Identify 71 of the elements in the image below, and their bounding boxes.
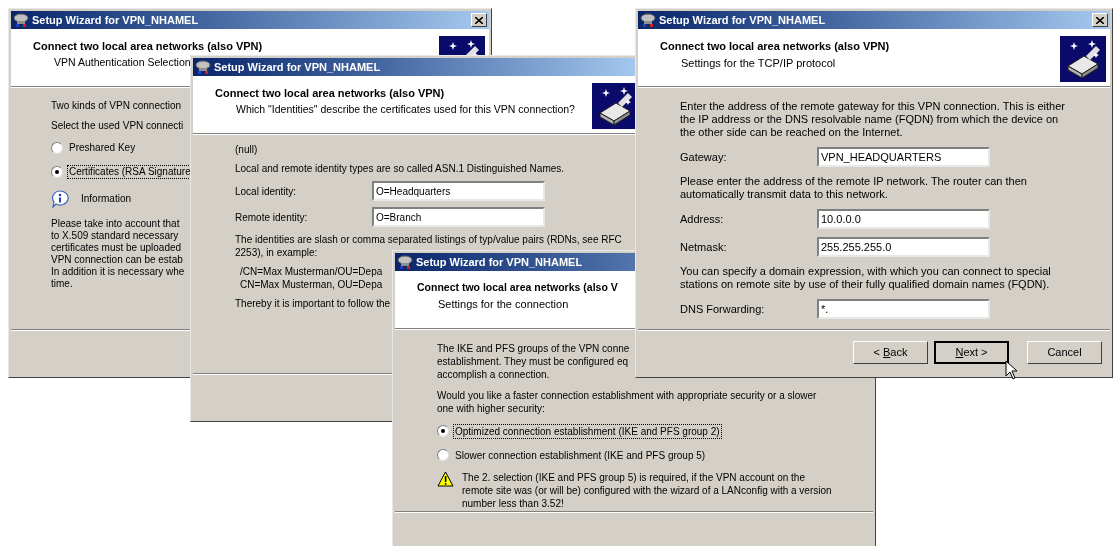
body-text: Would you like a faster connection establishment with appropriate security or a slower one with higher security: — [437, 389, 818, 415]
input-field[interactable]: *. — [817, 299, 990, 319]
close-button[interactable] — [1092, 13, 1108, 27]
warning-text: The 2. selection (IKE and PFS group 5) is required, if the VPN account on the remote site was (or will be) configured with the wizard of a LANconfig with a version number less than 3.52! — [462, 471, 833, 510]
window-title: Setup Wizard for VPN_NHAMEL — [659, 12, 826, 28]
field-label: Remote identity: — [235, 210, 309, 224]
text-line: The IKE and PFS groups of the VPN conne — [437, 342, 630, 355]
example-line: /CN=Max Musterman/OU=Depa — [240, 265, 383, 278]
field-label: Netmask: — [680, 240, 728, 254]
radio-button[interactable] — [51, 142, 63, 154]
dialog-heading: Connect two local area networks (also VPN) — [660, 39, 890, 54]
window-title: Setup Wizard for VPN_NHAMEL — [416, 254, 583, 270]
text-line: accomplish a connection. — [437, 368, 550, 381]
text-line: Thereby it is important to follow the — [235, 297, 391, 310]
wizard-button[interactable]: < Back — [853, 341, 928, 364]
body-text: You can specify a domain expression, with which you can connect to special stations on remote site by use of their fully qualified domain names (FQDN). — [680, 265, 1052, 291]
network-device-icon — [1060, 36, 1106, 82]
mouse-pointer-icon — [1005, 360, 1018, 380]
dialog-heading: Connect two local area networks (also V — [417, 280, 618, 295]
radio-label[interactable]: Optimized connection establishment (IKE and PFS group 2) — [454, 424, 721, 438]
window-title: Setup Wizard for VPN_NHAMEL — [214, 59, 381, 75]
warning-icon — [437, 471, 454, 487]
text-line: establishment. They must be configured eq — [437, 355, 629, 368]
field-label: DNS Forwarding: — [680, 302, 766, 316]
text-line: 2253), in example: — [235, 246, 318, 259]
info-icon — [51, 190, 69, 208]
text-line: to X.509 standard necessary — [51, 230, 179, 242]
text-line: In addition it is necessary whe — [51, 266, 185, 278]
window-title: Setup Wizard for VPN_NHAMEL — [32, 12, 199, 28]
text-line: time. — [51, 278, 73, 290]
radio-label[interactable]: Preshared Key — [68, 142, 137, 154]
close-icon — [475, 16, 483, 24]
text-line: (null) — [235, 143, 258, 156]
text-line: The identities are slash or comma separated listings of typ/value pairs (RDNs, see RFC — [235, 233, 622, 246]
dialog-subtitle: Settings for the connection — [438, 296, 569, 312]
wizard-button[interactable]: Cancel — [1027, 341, 1102, 364]
dialog-subtitle: Settings for the TCP/IP protocol — [681, 55, 836, 71]
wizard-button[interactable]: Next > — [934, 341, 1009, 364]
input-field[interactable]: O=Headquarters — [372, 181, 545, 201]
app-icon — [195, 60, 211, 74]
body-text: Please enter the address of the remote IP network. The router can then automatically transmit data to this network. — [680, 175, 1028, 201]
text-line: VPN connection can be estab — [51, 254, 183, 266]
dialog-heading: Connect two local area networks (also VPN) — [215, 86, 445, 101]
radio-button[interactable] — [51, 166, 63, 178]
app-icon — [640, 13, 656, 27]
text-line: certificates must be uploaded — [51, 242, 182, 254]
radio-label[interactable]: Slower connection establishment (IKE and PFS group 5) — [454, 448, 707, 462]
text-line: Local and remote identity types are so called ASN.1 Distinguished Names. — [235, 162, 565, 175]
radio-button[interactable] — [437, 425, 449, 437]
radio-label[interactable]: Certificates (RSA Signature — [68, 166, 192, 178]
close-icon — [1096, 16, 1104, 24]
input-field[interactable]: 10.0.0.0 — [817, 209, 990, 229]
field-label: Gateway: — [680, 150, 728, 164]
field-label: Address: — [680, 212, 725, 226]
text-line: Two kinds of VPN connection — [51, 100, 182, 112]
dialog-subtitle: VPN Authentication Selection — [54, 54, 191, 70]
app-icon — [397, 255, 413, 269]
radio-button[interactable] — [437, 449, 449, 461]
dialog-subtitle: Which "Identities" describe the certificates used for this VPN connection? — [236, 101, 575, 117]
text-line: Select the used VPN connecti — [51, 120, 184, 132]
example-line: CN=Max Musterman, OU=Depa — [240, 278, 383, 291]
input-field[interactable]: VPN_HEADQUARTERS — [817, 147, 990, 167]
close-button[interactable] — [471, 13, 487, 27]
text-line: Please take into account that — [51, 218, 180, 230]
input-field[interactable]: O=Branch — [372, 207, 545, 227]
app-icon — [13, 13, 29, 27]
info-label: Information — [81, 193, 132, 205]
input-field[interactable]: 255.255.255.0 — [817, 237, 990, 257]
body-text: Enter the address of the remote gateway for this VPN connection. This is either the IP address or the DNS resolvable name (FQDN) from which the device on the other side can be reached on the Internet. — [680, 100, 1066, 139]
dialog-heading: Connect two local area networks (also VPN) — [33, 39, 263, 54]
field-label: Local identity: — [235, 184, 298, 198]
